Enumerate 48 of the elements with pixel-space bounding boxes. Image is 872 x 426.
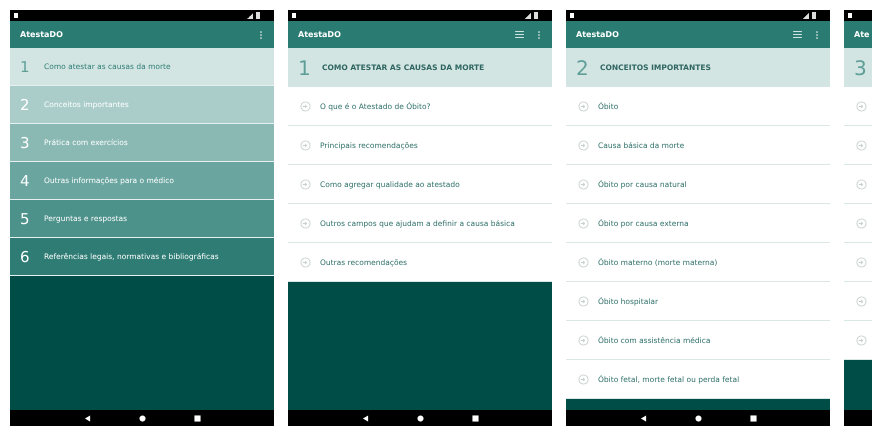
enter-icon: [856, 100, 867, 112]
enter-icon: [578, 256, 589, 268]
enter-icon: [578, 374, 589, 384]
enter-icon: [578, 100, 589, 112]
signal-icon: [247, 12, 253, 18]
enter-icon: [856, 140, 867, 150]
app-title: AtestaDO: [20, 30, 63, 39]
home-icon[interactable]: [138, 414, 146, 422]
battery-icon: [534, 12, 538, 19]
battery-icon: [812, 12, 816, 19]
enter-icon: [300, 256, 311, 268]
notification-icon: [570, 13, 574, 18]
back-icon[interactable]: [640, 414, 646, 422]
menu-icon[interactable]: [793, 31, 802, 38]
enter-icon: [578, 334, 589, 346]
enter-icon: [856, 178, 867, 190]
notification-icon: [848, 13, 852, 18]
enter-icon: [578, 218, 589, 228]
app-title: AtestaDO: [576, 30, 619, 39]
signal-icon: [803, 12, 809, 18]
section-number: 3: [854, 56, 866, 80]
back-icon[interactable]: [84, 414, 90, 422]
enter-icon: [856, 334, 867, 346]
enter-icon: [578, 296, 589, 306]
enter-icon: [578, 140, 589, 150]
signal-icon: [525, 12, 531, 18]
home-icon[interactable]: [694, 414, 702, 422]
enter-icon: [300, 140, 311, 150]
back-icon[interactable]: [362, 414, 368, 422]
enter-icon: [300, 218, 311, 228]
enter-icon: [578, 178, 589, 190]
recents-icon[interactable]: [472, 414, 478, 422]
app-title: AtestaDO: [298, 30, 341, 39]
recents-icon[interactable]: [750, 414, 756, 422]
section-number: 2: [576, 56, 588, 80]
app-title: Ate: [854, 30, 870, 39]
home-icon[interactable]: [416, 414, 424, 422]
section-number: 1: [298, 56, 310, 80]
enter-icon: [300, 100, 311, 112]
menu-icon[interactable]: [515, 31, 524, 38]
notification-icon: [14, 13, 18, 18]
enter-icon: [856, 296, 867, 306]
recents-icon[interactable]: [194, 414, 200, 422]
enter-icon: [300, 178, 311, 190]
battery-icon: [256, 12, 260, 19]
enter-icon: [856, 218, 867, 228]
notification-icon: [292, 13, 296, 18]
enter-icon: [856, 256, 867, 268]
